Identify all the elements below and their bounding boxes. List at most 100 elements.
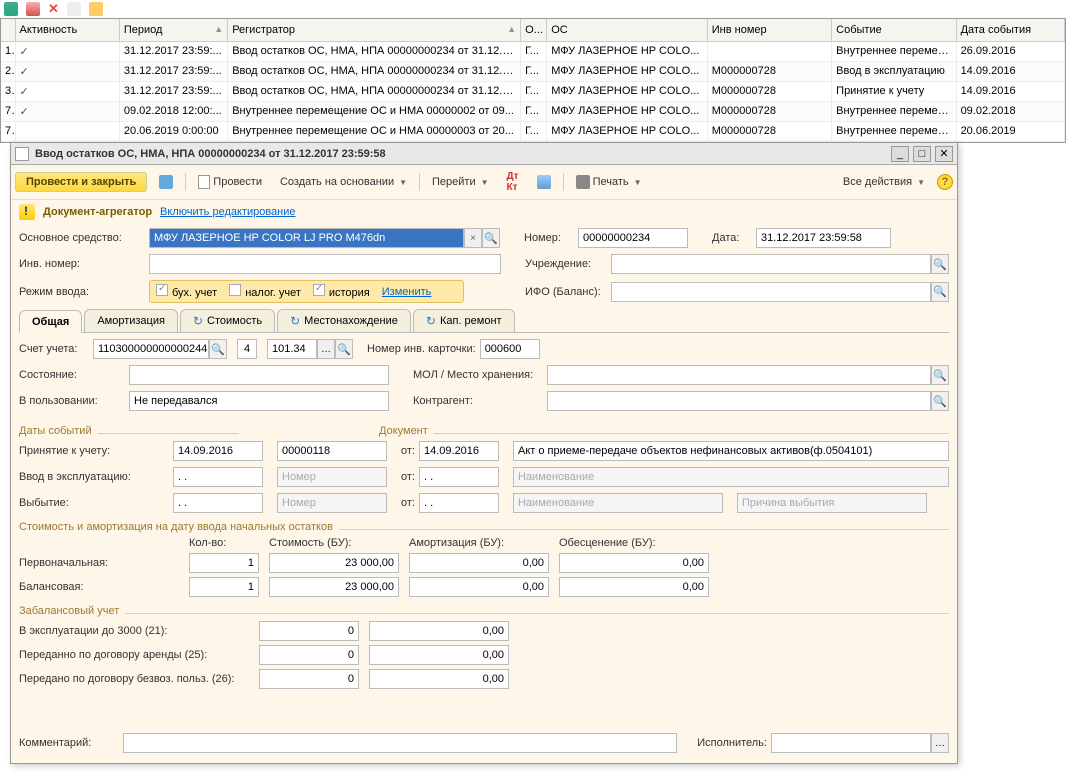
free-cost-field[interactable]: 0,00: [369, 669, 509, 689]
free-qty-field[interactable]: 0: [259, 669, 359, 689]
col-o[interactable]: О...: [521, 19, 547, 41]
inv-card-field[interactable]: 000600: [480, 339, 540, 359]
date-field[interactable]: 31.12.2017 23:59:58: [756, 228, 891, 248]
submit-close-button[interactable]: Провести и закрыть: [15, 172, 147, 192]
table-row[interactable]: 3✓31.12.2017 23:59:...Ввод остатков ОС, …: [1, 81, 1065, 101]
executor-select[interactable]: [931, 733, 949, 753]
initial-cost-field[interactable]: 23 000,00: [269, 553, 399, 573]
ifo-lookup-button[interactable]: 🔍: [931, 282, 949, 302]
maximize-button[interactable]: □: [913, 146, 931, 162]
col-inv[interactable]: Инв номер: [707, 19, 831, 41]
tab-cost[interactable]: ↻Стоимость: [180, 309, 275, 332]
mol-lookup[interactable]: 🔍: [931, 365, 949, 385]
tab-general[interactable]: Общая: [19, 310, 82, 333]
col-activity[interactable]: Активность: [15, 19, 119, 41]
close-button[interactable]: ✕: [935, 146, 953, 162]
rent-cost-field[interactable]: 0,00: [369, 645, 509, 665]
col-period[interactable]: Период▲: [119, 19, 227, 41]
executor-field[interactable]: [771, 733, 931, 753]
doc-name-field[interactable]: Акт о приеме-передаче объектов нефинансо…: [513, 441, 949, 461]
toolbar-icon-close[interactable]: ✕: [48, 2, 59, 16]
enable-edit-link[interactable]: Включить редактирование: [160, 206, 295, 218]
doc-num-field[interactable]: 00000118: [277, 441, 387, 461]
structure-button[interactable]: [531, 173, 557, 191]
doc-date-field[interactable]: 14.09.2016: [419, 441, 499, 461]
col-event[interactable]: Событие: [832, 19, 956, 41]
state-field[interactable]: [129, 365, 389, 385]
account-3-field[interactable]: 101.34: [267, 339, 317, 359]
window-toolbar: Провести и закрыть Провести Создать на о…: [11, 165, 957, 200]
dk-button[interactable]: ДтКт: [501, 169, 525, 195]
initial-impair-field[interactable]: 0,00: [559, 553, 709, 573]
col-registrar[interactable]: Регистратор▲: [228, 19, 521, 41]
print-button[interactable]: Печать▼: [570, 173, 648, 191]
inv-field[interactable]: [149, 254, 501, 274]
toolbar-icon-5[interactable]: [89, 2, 103, 16]
inexp-cost-field[interactable]: 0,00: [369, 621, 509, 641]
tab-overhaul[interactable]: ↻Кап. ремонт: [413, 309, 515, 332]
create-from-button[interactable]: Создать на основании▼: [274, 174, 413, 190]
all-actions-button[interactable]: Все действия▼: [837, 174, 931, 190]
submit-button[interactable]: Провести: [192, 173, 268, 191]
account-lookup[interactable]: 🔍: [209, 339, 227, 359]
toolbar-icon-1[interactable]: [4, 2, 18, 16]
balance-amort-field[interactable]: 0,00: [409, 577, 549, 597]
disposal-reason-field[interactable]: Причина выбытия: [737, 493, 927, 513]
col-rownum[interactable]: [1, 19, 15, 41]
initial-qty-field[interactable]: 1: [189, 553, 259, 573]
number-field[interactable]: 00000000234: [578, 228, 688, 248]
inuse-field[interactable]: Не передавался: [129, 391, 389, 411]
help-icon[interactable]: ?: [937, 174, 953, 190]
balance-impair-field[interactable]: 0,00: [559, 577, 709, 597]
toolbar-icon-2[interactable]: [26, 2, 40, 16]
save-icon: [159, 175, 173, 189]
org-lookup-button[interactable]: 🔍: [931, 254, 949, 274]
save-button[interactable]: [153, 173, 179, 191]
table-row[interactable]: 2✓31.12.2017 23:59:...Ввод остатков ОС, …: [1, 61, 1065, 81]
disposal-name-field[interactable]: Наименование: [513, 493, 723, 513]
disposal-date-field[interactable]: . .: [173, 493, 263, 513]
disposal-num-field[interactable]: Номер: [277, 493, 387, 513]
os-clear-button[interactable]: ×: [464, 228, 482, 248]
minimize-button[interactable]: _: [891, 146, 909, 162]
table-row[interactable]: 720.06.2019 0:00:00Внутреннее перемещени…: [1, 121, 1065, 141]
account-3-lookup[interactable]: 🔍: [335, 339, 353, 359]
contr-lookup[interactable]: 🔍: [931, 391, 949, 411]
tab-location[interactable]: ↻Местонахождение: [277, 309, 411, 332]
balance-cost-field[interactable]: 23 000,00: [269, 577, 399, 597]
inexp-qty-field[interactable]: 0: [259, 621, 359, 641]
initial-amort-field[interactable]: 0,00: [409, 553, 549, 573]
ifo-field[interactable]: [611, 282, 931, 302]
mode-change-link[interactable]: Изменить: [382, 286, 432, 298]
commission-date-field[interactable]: . .: [173, 467, 263, 487]
col-os[interactable]: ОС: [547, 19, 708, 41]
os-lookup-button[interactable]: 🔍: [482, 228, 500, 248]
mode-nu-check[interactable]: налог. учет: [229, 284, 301, 299]
contr-field[interactable]: [547, 391, 931, 411]
commission-doc-date-field[interactable]: . .: [419, 467, 499, 487]
table-row[interactable]: 7✓09.02.2018 12:00:...Внутреннее перемещ…: [1, 101, 1065, 121]
disposal-doc-date-field[interactable]: . .: [419, 493, 499, 513]
mol-field[interactable]: [547, 365, 931, 385]
account-3-select[interactable]: [317, 339, 335, 359]
goto-button[interactable]: Перейти▼: [426, 174, 495, 190]
org-field[interactable]: [611, 254, 931, 274]
commission-name-field[interactable]: Наименование: [513, 467, 949, 487]
accept-label: Принятие к учету:: [19, 445, 169, 457]
comment-field[interactable]: [123, 733, 677, 753]
os-field[interactable]: МФУ ЛАЗЕРНОЕ HP COLOR LJ PRO M476dn: [149, 228, 464, 248]
amort-section-title: Стоимость и амортизация на дату ввода на…: [19, 521, 333, 533]
from-label-1: от:: [401, 445, 415, 457]
commission-num-field[interactable]: Номер: [277, 467, 387, 487]
account-2-field[interactable]: 4: [237, 339, 257, 359]
toolbar-icon-4[interactable]: [67, 2, 81, 16]
tab-amortization[interactable]: Амортизация: [84, 309, 178, 332]
balance-qty-field[interactable]: 1: [189, 577, 259, 597]
rent-qty-field[interactable]: 0: [259, 645, 359, 665]
account-field[interactable]: 110300000000000244: [93, 339, 209, 359]
col-date[interactable]: Дата события: [956, 19, 1064, 41]
accept-date-field[interactable]: 14.09.2016: [173, 441, 263, 461]
mode-hist-check[interactable]: история: [313, 284, 370, 299]
mode-bu-check[interactable]: бух. учет: [156, 284, 217, 299]
table-row[interactable]: 1✓31.12.2017 23:59:...Ввод остатков ОС, …: [1, 41, 1065, 61]
